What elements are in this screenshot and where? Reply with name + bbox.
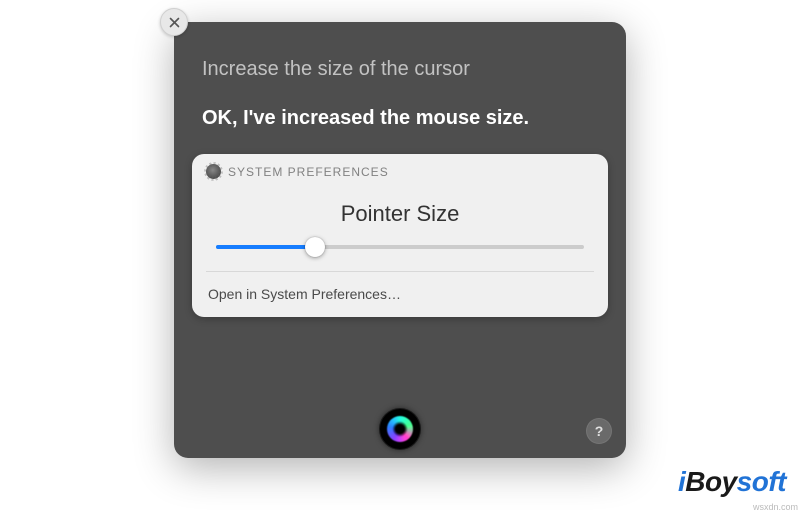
- card-app-label: SYSTEM PREFERENCES: [228, 165, 389, 179]
- question-mark-icon: ?: [595, 423, 604, 439]
- slider-thumb[interactable]: [305, 237, 325, 257]
- siri-panel: Increase the size of the cursor OK, I've…: [174, 22, 626, 458]
- pointer-size-slider[interactable]: [192, 245, 608, 271]
- help-button[interactable]: ?: [586, 418, 612, 444]
- close-icon: [169, 17, 180, 28]
- watermark-logo: iBoysoft: [678, 466, 786, 498]
- siri-response-text: OK, I've increased the mouse size.: [174, 81, 626, 130]
- card-header: SYSTEM PREFERENCES: [192, 154, 608, 179]
- siri-result-card: SYSTEM PREFERENCES Pointer Size Open in …: [192, 154, 608, 317]
- system-preferences-icon: [206, 164, 221, 179]
- close-button[interactable]: [160, 8, 188, 36]
- attribution-text: wsxdn.com: [753, 502, 798, 512]
- siri-icon: [387, 416, 413, 442]
- siri-query-text: Increase the size of the cursor: [174, 22, 626, 81]
- slider-fill: [216, 245, 315, 249]
- slider-track: [216, 245, 584, 249]
- pointer-size-title: Pointer Size: [192, 179, 608, 245]
- open-in-system-preferences-link[interactable]: Open in System Preferences…: [192, 272, 608, 317]
- siri-orb-button[interactable]: [379, 408, 421, 450]
